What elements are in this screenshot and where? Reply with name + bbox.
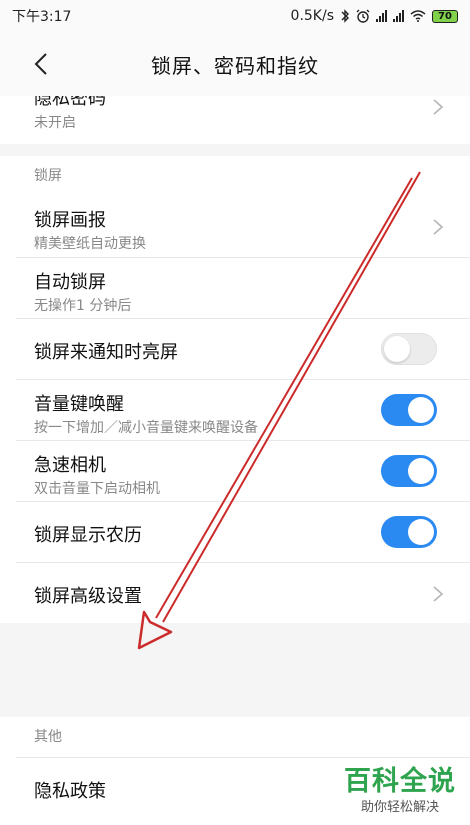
toggle-knob [408, 397, 434, 423]
item-subtitle: 双击音量下启动相机 [34, 481, 160, 497]
item-label: 音量键唤醒 [34, 394, 124, 415]
watermark-logo: 百科全说 助你轻松解决 [344, 759, 456, 815]
network-speed: 0.5K/s [290, 8, 334, 24]
alarm-icon [356, 9, 370, 23]
page-title: 锁屏、密码和指纹 [151, 53, 319, 78]
volume-key-wake-item[interactable]: 音量键唤醒 按一下增加／减小音量键来唤醒设备 [16, 379, 470, 440]
item-label: 锁屏来通知时亮屏 [34, 342, 178, 363]
chevron-right-icon [433, 99, 444, 115]
signal-icon [376, 10, 387, 22]
section-header: 锁屏 [34, 168, 62, 184]
lunar-calendar-toggle[interactable] [381, 516, 437, 548]
lock-screen-section: 锁屏 锁屏画报 精美壁纸自动更换 自动锁屏 无操作1 分钟后 锁屏来通知时亮屏 … [0, 156, 470, 623]
status-icons: 0.5K/s 70 [291, 8, 458, 24]
item-label: 急速相机 [34, 455, 106, 476]
top-app-bar: 锁屏、密码和指纹 [0, 32, 470, 96]
toggle-knob [384, 336, 410, 362]
volume-key-wake-toggle[interactable] [381, 394, 437, 426]
privacy-password-item[interactable]: 隐私密码 未开启 [0, 96, 470, 144]
notification-wake-toggle[interactable] [381, 333, 437, 365]
toggle-knob [408, 519, 434, 545]
item-label: 自动锁屏 [34, 272, 106, 293]
auto-lock-item[interactable]: 自动锁屏 无操作1 分钟后 [16, 257, 470, 318]
item-subtitle: 未开启 [34, 115, 76, 131]
item-label: 隐私密码 [34, 96, 106, 109]
item-label: 隐私政策 [34, 781, 106, 802]
advanced-lock-settings-item[interactable]: 锁屏高级设置 [16, 562, 470, 623]
item-label: 锁屏高级设置 [34, 586, 142, 607]
chevron-right-icon [433, 586, 444, 602]
bluetooth-icon [341, 9, 349, 23]
item-label: 锁屏显示农历 [34, 525, 142, 546]
item-subtitle: 无操作1 分钟后 [34, 298, 132, 314]
signal-icon-2 [393, 10, 404, 22]
battery-icon: 70 [432, 9, 458, 23]
lock-wallpaper-item[interactable]: 锁屏画报 精美壁纸自动更换 [16, 196, 470, 257]
back-arrow-icon[interactable] [28, 50, 56, 78]
item-subtitle: 精美壁纸自动更换 [34, 236, 146, 252]
item-subtitle: 按一下增加／减小音量键来唤醒设备 [34, 420, 258, 436]
watermark-subtitle: 助你轻松解决 [360, 800, 439, 815]
quick-camera-item[interactable]: 急速相机 双击音量下启动相机 [16, 440, 470, 501]
quick-camera-toggle[interactable] [381, 455, 437, 487]
status-time: 下午3:17 [12, 9, 72, 25]
watermark-title: 百科全说 [344, 766, 456, 797]
notification-wake-item[interactable]: 锁屏来通知时亮屏 [16, 318, 470, 379]
wifi-icon [410, 10, 426, 22]
lunar-calendar-item[interactable]: 锁屏显示农历 [16, 501, 470, 562]
item-label: 锁屏画报 [34, 210, 106, 231]
chevron-right-icon [433, 219, 444, 235]
section-header: 其他 [34, 729, 62, 745]
status-bar: 下午3:17 0.5K/s 70 [0, 0, 470, 32]
toggle-knob [408, 458, 434, 484]
